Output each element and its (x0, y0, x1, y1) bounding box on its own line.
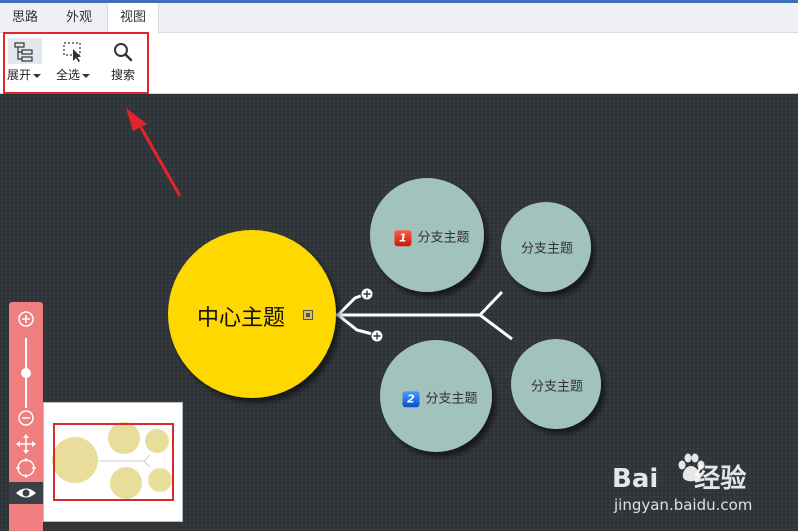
paw-logo-icon (678, 453, 705, 482)
zoom-in-icon (18, 311, 34, 327)
eye-icon (16, 488, 36, 498)
fit-view-button[interactable] (9, 457, 43, 481)
zoom-out-icon (18, 410, 34, 426)
branch-topic-1: 1 分支主题 (394, 226, 470, 246)
branch-topic-2: 分支主题 (521, 238, 573, 257)
branch-topic-label: 分支主题 (520, 241, 574, 257)
fit-icon (16, 458, 36, 478)
annotation-arrow (126, 108, 182, 197)
priority-2-icon: 2 (402, 390, 420, 407)
move-button[interactable] (9, 433, 43, 457)
priority-1-icon: 1 (394, 229, 412, 246)
branch-connectors (336, 290, 513, 341)
zoom-in-button[interactable] (9, 308, 43, 332)
branch-topic-label: 分支主题 (417, 230, 470, 246)
collapse-handle-bottom[interactable] (370, 329, 384, 343)
note-icon[interactable] (303, 310, 313, 320)
zoom-panel (9, 302, 43, 531)
zoom-slider-thumb[interactable] (21, 368, 31, 378)
branch-topic-label: 分支主题 (530, 379, 584, 395)
minimap[interactable] (43, 402, 183, 522)
baidu-jingyan-watermark: Bai 经验 jingyan.baidu.com (612, 453, 792, 524)
zoom-out-button[interactable] (9, 407, 43, 431)
eye-button[interactable] (9, 482, 43, 504)
watermark-url: jingyan.baidu.com (614, 496, 753, 514)
minimap-viewport-frame[interactable] (53, 423, 174, 501)
central-topic-label: 中心主题 (196, 306, 286, 331)
collapse-handle-top[interactable] (360, 287, 374, 301)
branch-topic-4: 分支主题 (531, 376, 583, 395)
branch-topic-3: 2 分支主题 (402, 387, 478, 407)
move-icon (16, 434, 36, 454)
branch-topic-label: 分支主题 (425, 391, 478, 407)
annotation-highlight-box (3, 32, 149, 94)
